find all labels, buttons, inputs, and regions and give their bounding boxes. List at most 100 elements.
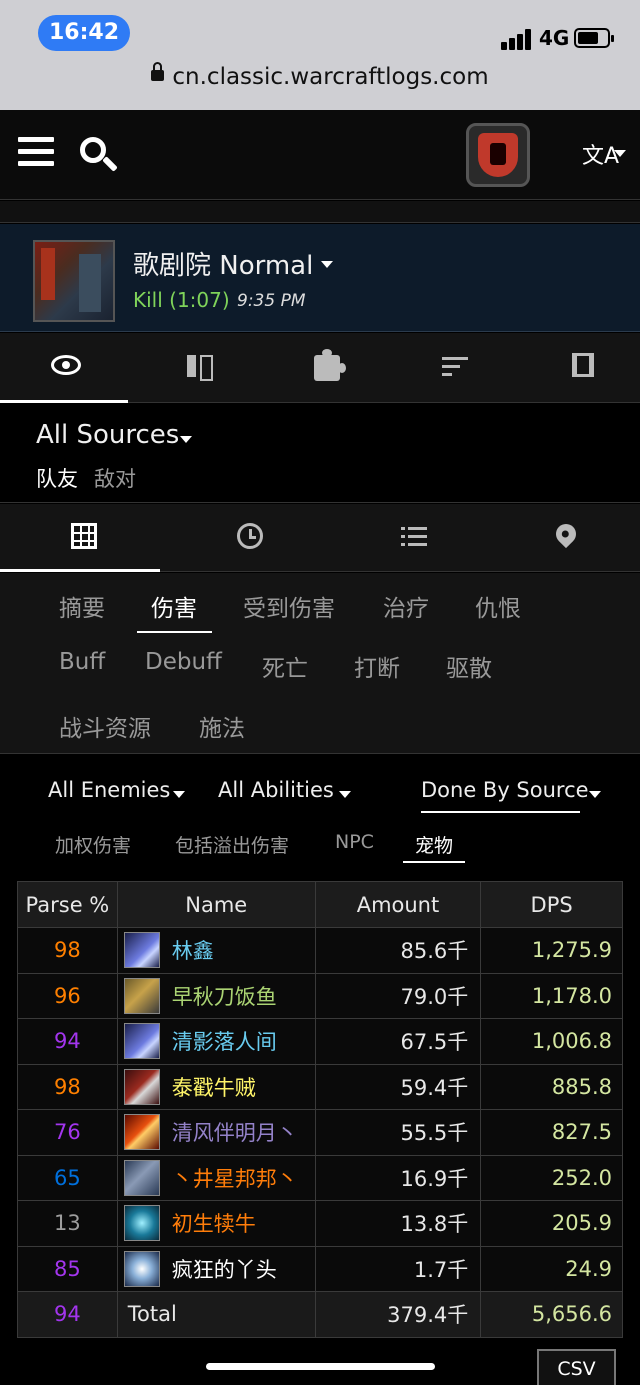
film-icon: [572, 353, 594, 377]
category-interrupts[interactable]: 打断: [354, 649, 400, 683]
friendly-toggle[interactable]: 队友: [36, 463, 78, 493]
search-icon[interactable]: [80, 137, 118, 173]
caret-down-icon[interactable]: [321, 261, 333, 268]
table-row[interactable]: 96 早秋刀饭鱼 79.0千 1,178.0: [17, 972, 623, 1019]
caret-down-icon[interactable]: [339, 791, 351, 798]
warlock-destruction-icon: [123, 1114, 160, 1151]
amount-cell: 1.7千: [314, 1245, 482, 1292]
table-row[interactable]: 98 林鑫 85.6千 1,275.9: [17, 927, 623, 974]
table-row[interactable]: 13 初生犊牛 13.8千 205.9: [17, 1200, 623, 1247]
table-row[interactable]: 94 清影落人间 67.5千 1,006.8: [17, 1018, 623, 1065]
abilities-dropdown[interactable]: All Abilities: [218, 778, 334, 802]
category-buffs[interactable]: Buff: [59, 649, 105, 675]
sources-dropdown[interactable]: All Sources: [36, 420, 179, 450]
parse-cell: 96: [17, 972, 118, 1019]
druid-feral-icon: [123, 1159, 160, 1196]
name-cell: 清影落人间: [116, 1018, 316, 1065]
tab-events[interactable]: [320, 504, 480, 572]
clock-icon: [237, 523, 263, 549]
lock-icon: [151, 62, 165, 81]
csv-export-button[interactable]: CSV: [537, 1349, 616, 1385]
player-name[interactable]: 林鑫: [172, 935, 214, 965]
header-parse[interactable]: Parse %: [17, 881, 118, 928]
caret-down-icon[interactable]: [180, 436, 192, 443]
name-cell: 丶井星邦邦丶: [116, 1154, 316, 1201]
map-pin-icon: [551, 519, 581, 549]
category-summary[interactable]: 摘要: [59, 589, 105, 623]
tab-compare[interactable]: [128, 333, 256, 403]
total-dps: 5,656.6: [480, 1291, 623, 1338]
tab-replay[interactable]: [512, 333, 640, 403]
tab-map[interactable]: [480, 504, 640, 572]
sort-icon: [442, 355, 468, 377]
tab-rankings[interactable]: [384, 333, 512, 403]
category-healing[interactable]: 治疗: [383, 589, 429, 623]
category-casts[interactable]: 施法: [199, 709, 245, 743]
table-row[interactable]: 65 丶井星邦邦丶 16.9千 252.0: [17, 1154, 623, 1201]
player-name[interactable]: 泰戳牛贼: [172, 1072, 256, 1102]
tab-overview[interactable]: [0, 333, 128, 403]
subtab-npc[interactable]: NPC: [335, 831, 374, 853]
view-mode-dropdown[interactable]: Done By Source: [421, 778, 589, 802]
category-debuffs[interactable]: Debuff: [145, 649, 222, 675]
encounter-thumbnail: [33, 240, 115, 322]
rogue-icon: [123, 1068, 160, 1105]
dps-cell: 1,006.8: [480, 1018, 623, 1065]
player-name-wrapper: 初生犊牛: [118, 1205, 315, 1242]
status-bar: 16:42 4G cn.classic.warcraftlogs.com: [0, 0, 640, 110]
tab-table[interactable]: [0, 504, 160, 572]
player-name[interactable]: 清影落人间: [172, 1026, 277, 1056]
player-name[interactable]: 早秋刀饭鱼: [172, 981, 277, 1011]
header-name[interactable]: Name: [116, 881, 316, 928]
category-damage-taken[interactable]: 受到伤害: [243, 589, 335, 623]
caret-down-icon[interactable]: [614, 150, 626, 157]
player-name[interactable]: 初生犊牛: [172, 1208, 256, 1238]
category-dispels[interactable]: 驱散: [446, 649, 492, 683]
player-name-wrapper: 清影落人间: [118, 1023, 315, 1060]
table-header-row: Parse % Name Amount DPS: [17, 881, 623, 928]
amount-cell: 67.5千: [314, 1018, 482, 1065]
dps-cell: 252.0: [480, 1154, 623, 1201]
tab-components[interactable]: [256, 333, 384, 403]
name-cell: 泰戳牛贼: [116, 1063, 316, 1110]
total-amount: 379.4千: [314, 1291, 482, 1338]
enemies-dropdown[interactable]: All Enemies: [48, 778, 170, 802]
header-amount[interactable]: Amount: [314, 881, 482, 928]
category-damage[interactable]: 伤害: [151, 589, 197, 623]
player-name[interactable]: 疯狂的丫头: [172, 1254, 277, 1284]
parse-cell: 98: [17, 927, 118, 974]
enemy-toggle[interactable]: 敌对: [94, 463, 136, 493]
player-name[interactable]: 清风伴明月丶: [172, 1117, 298, 1147]
player-name[interactable]: 丶井星邦邦丶: [172, 1163, 298, 1193]
mage-frost-icon: [123, 1023, 160, 1060]
table-row[interactable]: 98 泰戳牛贼 59.4千 885.8: [17, 1063, 623, 1110]
total-row: 94 Total 379.4千 5,656.6: [17, 1291, 623, 1338]
caret-down-icon[interactable]: [589, 791, 601, 798]
player-name-wrapper: 林鑫: [118, 932, 315, 969]
table-row[interactable]: 85 疯狂的丫头 1.7千 24.9: [17, 1245, 623, 1292]
player-name-wrapper: 疯狂的丫头: [118, 1250, 315, 1287]
fight-time: 9:35 PM: [237, 291, 306, 311]
subtab-pets[interactable]: 宠物: [415, 831, 453, 858]
active-subtab-indicator: [403, 861, 465, 863]
menu-icon[interactable]: [18, 137, 54, 167]
subtab-overkill[interactable]: 包括溢出伤害: [175, 831, 289, 858]
fight-header: [0, 224, 640, 332]
player-name-wrapper: 早秋刀饭鱼: [118, 977, 315, 1014]
druid-balance-icon: [123, 1205, 160, 1242]
address-bar[interactable]: cn.classic.warcraftlogs.com: [0, 62, 640, 90]
horde-faction-logo[interactable]: [466, 123, 530, 187]
caret-down-icon[interactable]: [173, 791, 185, 798]
tab-timeline[interactable]: [160, 504, 320, 572]
category-resources[interactable]: 战斗资源: [59, 709, 151, 743]
category-deaths[interactable]: 死亡: [262, 649, 308, 683]
subtab-weighted[interactable]: 加权伤害: [55, 831, 131, 858]
table-row[interactable]: 76 清风伴明月丶 55.5千 827.5: [17, 1109, 623, 1156]
damage-table: Parse % Name Amount DPS 98 林鑫 85.6千 1,275.9…: [17, 881, 623, 1338]
fight-title[interactable]: 歌剧院 Normal: [133, 245, 313, 282]
header-dps[interactable]: DPS: [480, 881, 623, 928]
dps-cell: 1,178.0: [480, 972, 623, 1019]
view-mode-underline: [421, 811, 580, 813]
category-threat[interactable]: 仇恨: [475, 589, 521, 623]
view-tabs: [0, 333, 640, 403]
